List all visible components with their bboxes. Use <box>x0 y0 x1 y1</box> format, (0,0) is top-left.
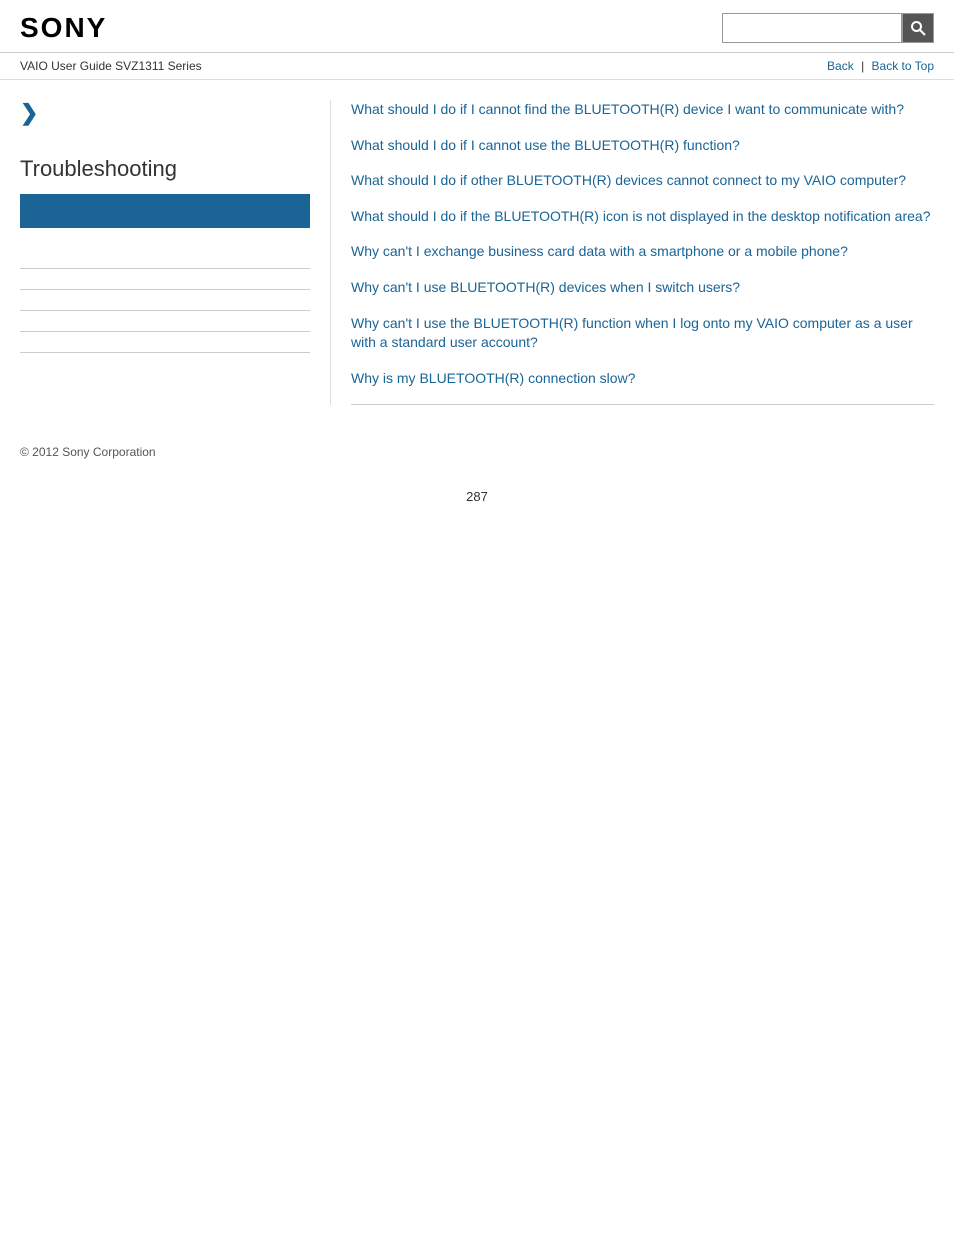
sidebar: ❯ Troubleshooting <box>20 100 330 405</box>
sidebar-links <box>20 248 310 353</box>
back-link[interactable]: Back <box>827 59 854 73</box>
list-item <box>20 311 310 332</box>
list-item: What should I do if I cannot use the BLU… <box>351 136 934 156</box>
content-area: What should I do if I cannot find the BL… <box>330 100 934 405</box>
search-input[interactable] <box>722 13 902 43</box>
page-number: 287 <box>0 479 954 524</box>
sidebar-title: Troubleshooting <box>20 156 310 182</box>
list-item <box>20 269 310 290</box>
copyright: © 2012 Sony Corporation <box>20 445 156 459</box>
list-item: What should I do if the BLUETOOTH(R) ico… <box>351 207 934 227</box>
content-link-7[interactable]: Why can't I use the BLUETOOTH(R) functio… <box>351 315 913 351</box>
search-button[interactable] <box>902 13 934 43</box>
sidebar-highlight <box>20 194 310 228</box>
list-item: What should I do if I cannot find the BL… <box>351 100 934 120</box>
nav-bar: VAIO User Guide SVZ1311 Series Back | Ba… <box>0 53 954 80</box>
content-link-5[interactable]: Why can't I exchange business card data … <box>351 243 848 259</box>
guide-title: VAIO User Guide SVZ1311 Series <box>20 59 202 73</box>
list-item: Why can't I exchange business card data … <box>351 242 934 262</box>
sony-logo: SONY <box>20 12 107 44</box>
search-container <box>722 13 934 43</box>
header: SONY <box>0 0 954 53</box>
list-item <box>20 290 310 311</box>
list-item: Why can't I use the BLUETOOTH(R) functio… <box>351 314 934 353</box>
nav-links: Back | Back to Top <box>827 59 934 73</box>
content-bottom-border <box>351 404 934 405</box>
main-content: ❯ Troubleshooting What should I do if I … <box>0 80 954 425</box>
content-link-4[interactable]: What should I do if the BLUETOOTH(R) ico… <box>351 208 930 224</box>
content-link-1[interactable]: What should I do if I cannot find the BL… <box>351 101 904 117</box>
list-item <box>20 332 310 353</box>
content-link-3[interactable]: What should I do if other BLUETOOTH(R) d… <box>351 172 906 188</box>
content-link-2[interactable]: What should I do if I cannot use the BLU… <box>351 137 740 153</box>
footer: © 2012 Sony Corporation <box>0 425 954 479</box>
back-to-top-link[interactable]: Back to Top <box>872 59 934 73</box>
list-item: Why can't I use BLUETOOTH(R) devices whe… <box>351 278 934 298</box>
list-item: Why is my BLUETOOTH(R) connection slow? <box>351 369 934 389</box>
content-links: What should I do if I cannot find the BL… <box>351 100 934 388</box>
sidebar-arrow: ❯ <box>20 100 310 126</box>
list-item: What should I do if other BLUETOOTH(R) d… <box>351 171 934 191</box>
search-icon <box>910 20 926 36</box>
list-item <box>20 248 310 269</box>
content-link-8[interactable]: Why is my BLUETOOTH(R) connection slow? <box>351 370 635 386</box>
content-link-6[interactable]: Why can't I use BLUETOOTH(R) devices whe… <box>351 279 740 295</box>
nav-separator: | <box>861 59 867 73</box>
